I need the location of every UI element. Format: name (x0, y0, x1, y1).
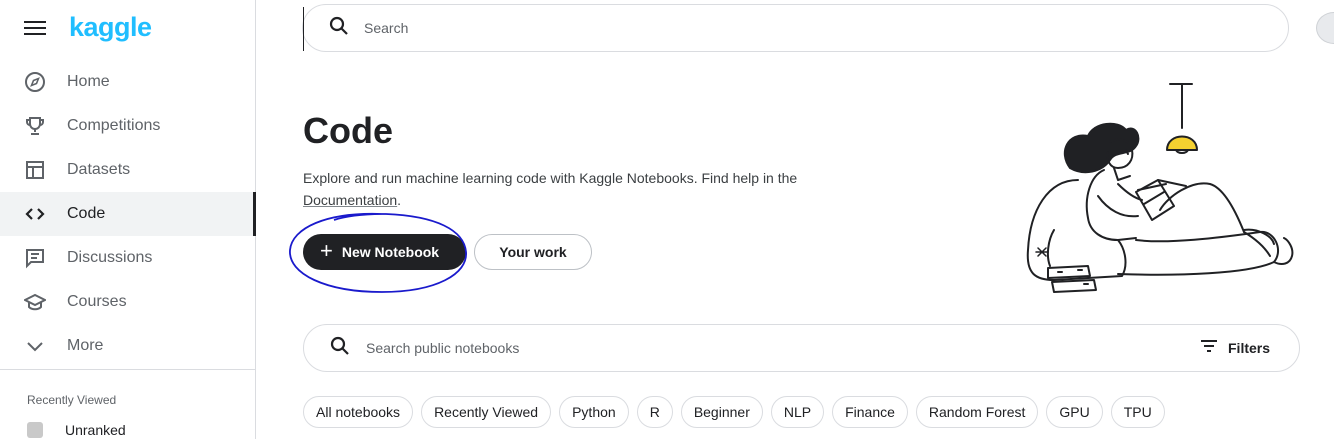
table-icon (24, 159, 46, 181)
reading-person-illustration (1026, 83, 1294, 293)
documentation-link[interactable]: Documentation (303, 192, 397, 208)
sidebar-item-label: Datasets (67, 161, 131, 178)
kaggle-logo[interactable]: kaggle (69, 12, 152, 43)
chip-finance[interactable]: Finance (832, 396, 908, 428)
sidebar-item-label: Home (67, 73, 110, 90)
recently-viewed-title: Recently Viewed (27, 393, 117, 407)
sidebar-nav: Home Competitions Datasets Code Discussi… (0, 60, 256, 368)
chip-python[interactable]: Python (559, 396, 629, 428)
page-title: Code (303, 110, 393, 151)
plus-icon: + (320, 238, 333, 263)
new-notebook-button[interactable]: + New Notebook (303, 234, 466, 270)
notebook-search-placeholder: Search public notebooks (366, 340, 520, 356)
notebook-search-input[interactable]: Search public notebooks (303, 324, 1300, 372)
filter-icon (1200, 339, 1218, 358)
graduation-cap-icon (24, 291, 46, 313)
sidebar-item-more[interactable]: More (0, 324, 255, 368)
sidebar-item-label: More (67, 337, 104, 354)
recently-viewed-label: Unranked (65, 422, 126, 438)
description-text: Explore and run machine learning code wi… (303, 170, 798, 186)
sidebar-item-home[interactable]: Home (0, 60, 255, 104)
page-description: Explore and run machine learning code wi… (303, 167, 803, 211)
chip-beginner[interactable]: Beginner (680, 396, 763, 428)
chip-gpu[interactable]: GPU (1046, 396, 1103, 428)
compass-icon (24, 71, 46, 93)
chip-r[interactable]: R (636, 396, 673, 428)
avatar[interactable] (1316, 12, 1334, 44)
chevron-down-icon (24, 335, 46, 357)
filter-chips: All notebooks Recently Viewed Python R B… (303, 396, 1173, 428)
sidebar-item-datasets[interactable]: Datasets (0, 148, 255, 192)
code-brackets-icon (24, 203, 46, 225)
sidebar-item-competitions[interactable]: Competitions (0, 104, 255, 148)
text-cursor (303, 7, 304, 51)
trophy-icon (24, 115, 46, 137)
message-icon (24, 247, 46, 269)
your-work-button[interactable]: Your work (474, 234, 592, 270)
sidebar-item-discussions[interactable]: Discussions (0, 236, 255, 280)
chip-nlp[interactable]: NLP (770, 396, 825, 428)
chip-all-notebooks[interactable]: All notebooks (303, 396, 414, 428)
chip-tpu[interactable]: TPU (1110, 396, 1165, 428)
new-notebook-label: New Notebook (341, 244, 440, 260)
menu-icon[interactable] (24, 18, 46, 38)
search-icon (329, 16, 349, 41)
sidebar: kaggle Home Competitions Datasets Code D… (0, 0, 256, 439)
search-icon (330, 336, 350, 361)
description-end: . (397, 192, 402, 208)
sidebar-item-label: Competitions (67, 117, 161, 134)
filters-button[interactable]: Filters (1200, 339, 1270, 357)
chip-recently-viewed[interactable]: Recently Viewed (421, 396, 552, 428)
search-placeholder: Search (364, 20, 409, 36)
sidebar-item-code[interactable]: Code (0, 192, 256, 236)
site-search-input[interactable]: Search (302, 4, 1289, 52)
competition-thumbnail (27, 422, 43, 438)
sidebar-item-courses[interactable]: Courses (0, 280, 255, 324)
sidebar-item-label: Courses (67, 293, 127, 310)
sidebar-item-label: Discussions (67, 249, 153, 266)
sidebar-divider (0, 369, 255, 370)
recently-viewed-item[interactable]: Unranked (27, 421, 126, 439)
filters-label: Filters (1228, 340, 1271, 356)
chip-random-forest[interactable]: Random Forest (915, 396, 1039, 428)
sidebar-item-label: Code (67, 205, 106, 222)
